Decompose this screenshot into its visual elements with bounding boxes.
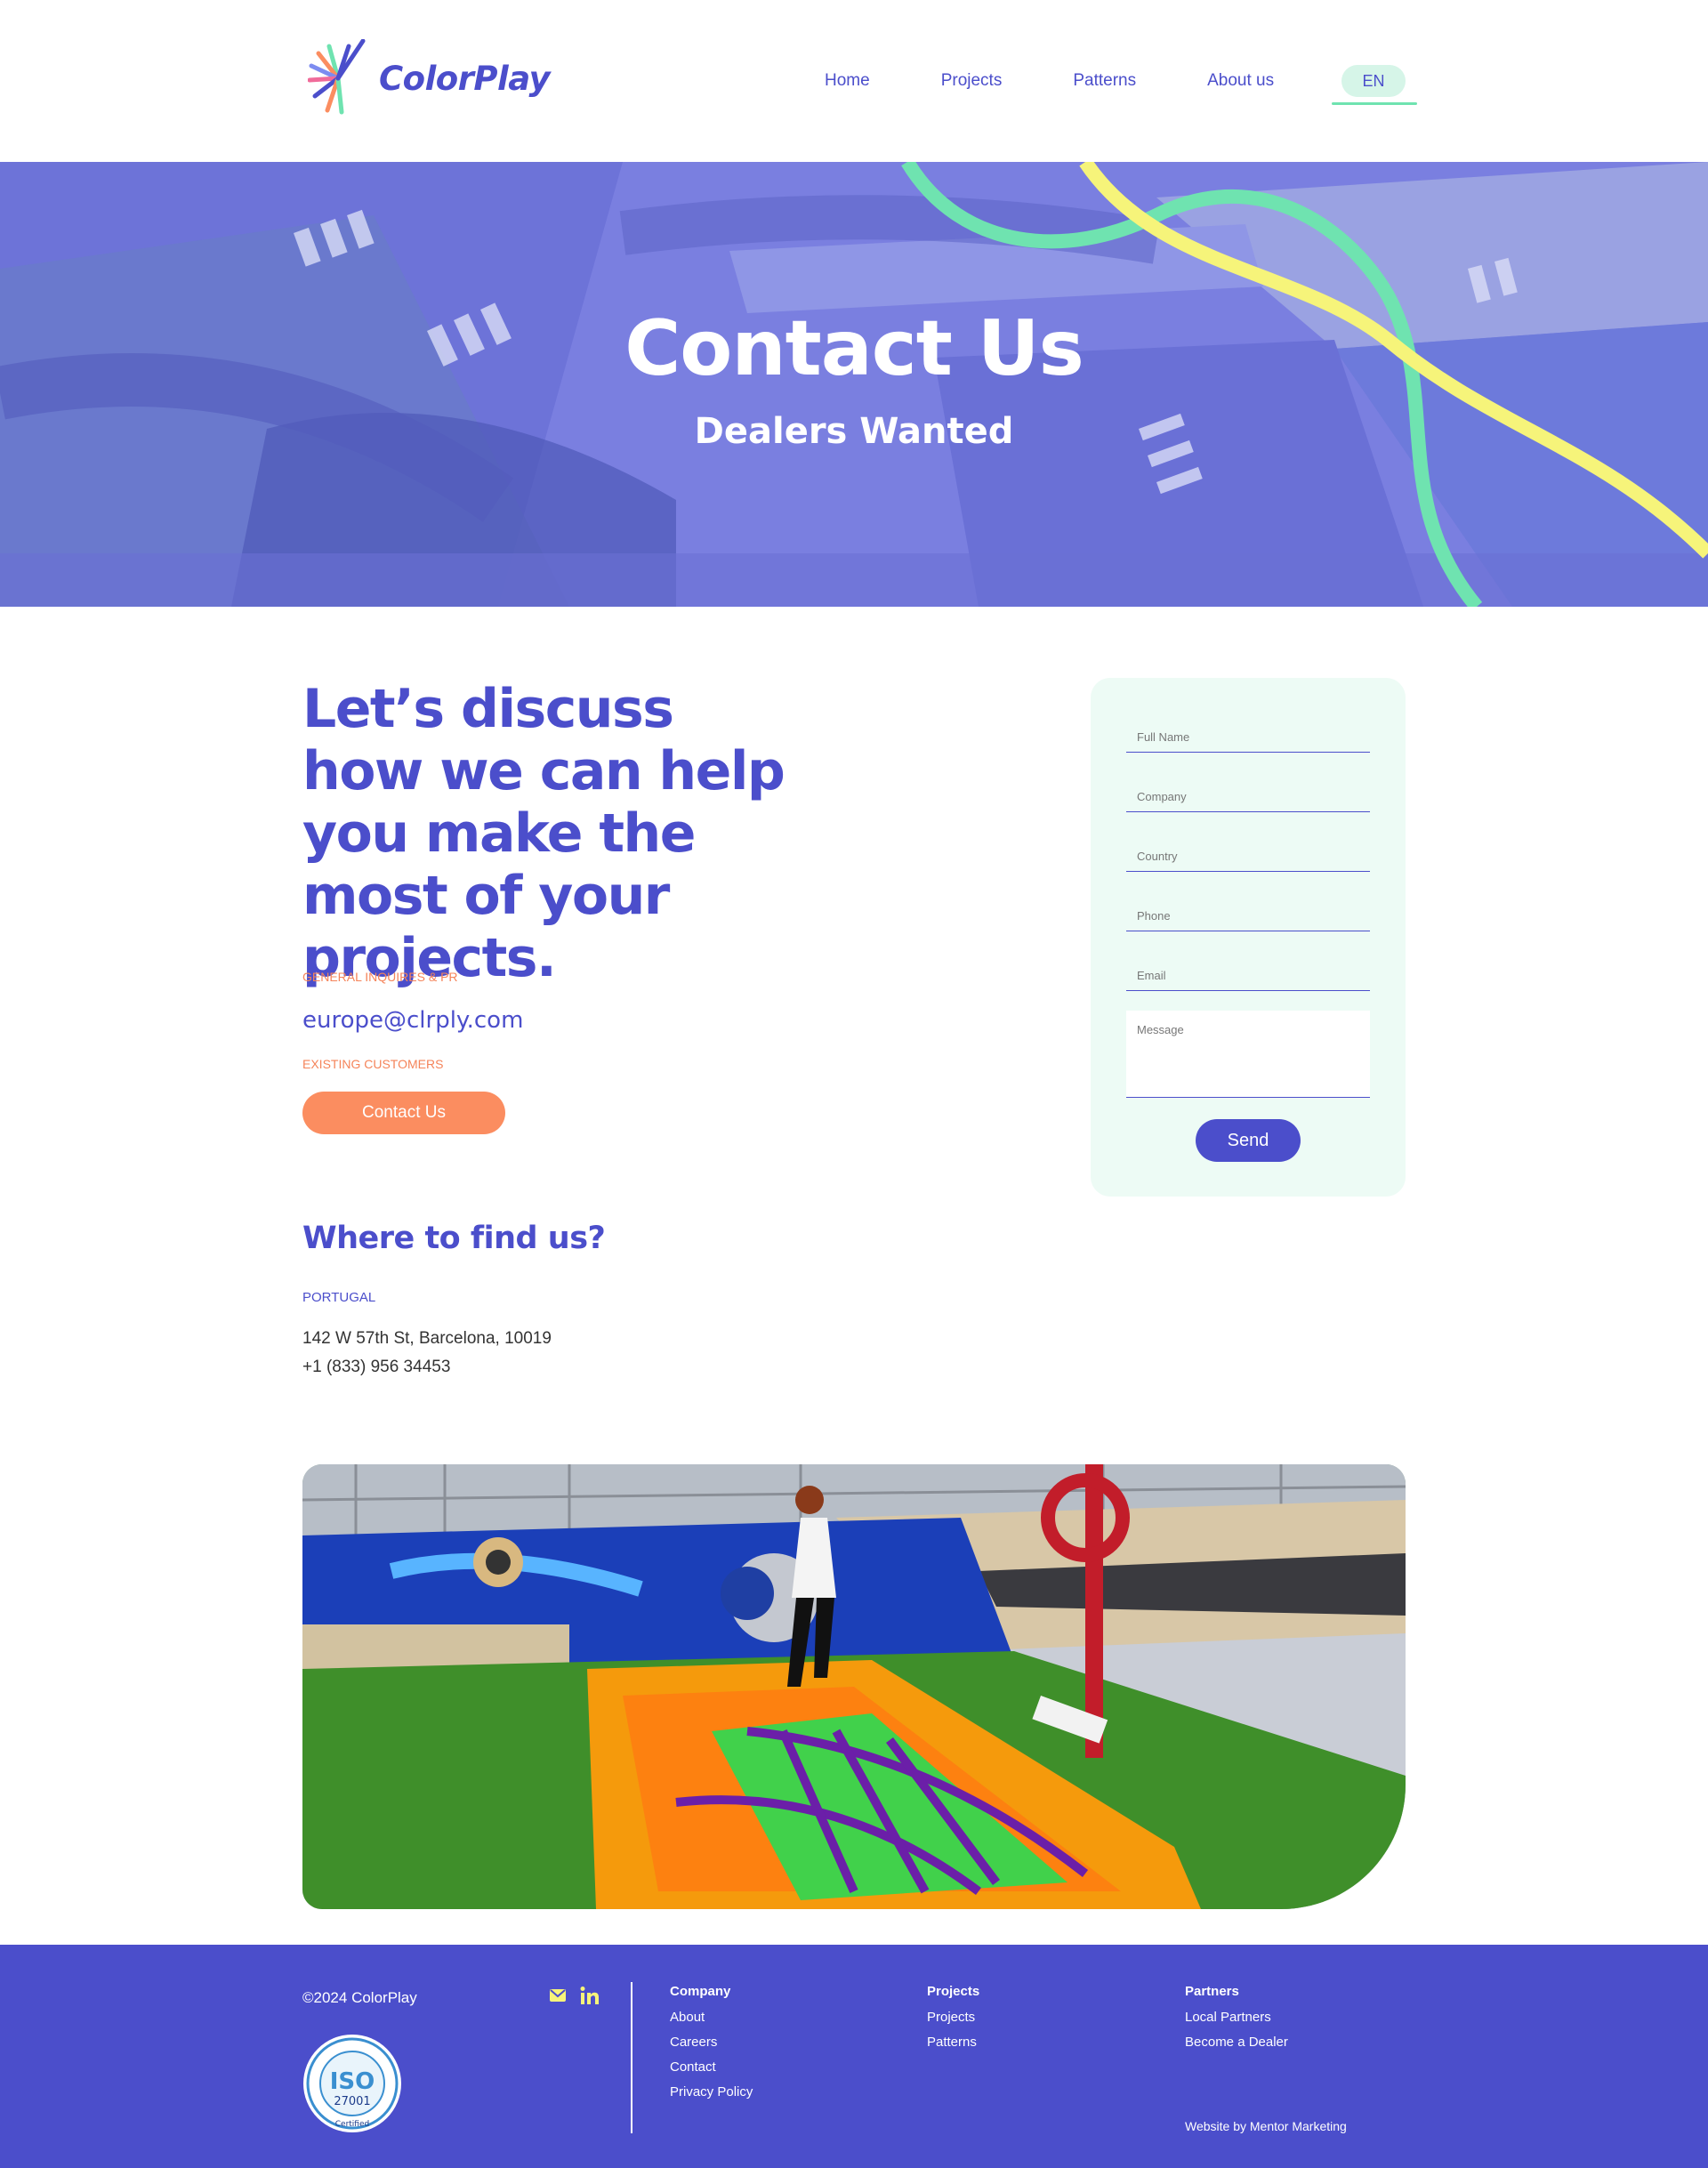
email-input[interactable]: [1126, 952, 1370, 990]
message-textarea[interactable]: [1126, 1011, 1370, 1097]
hero-title: Contact Us: [624, 304, 1084, 393]
footer-column-company: Company About Careers Contact Privacy Po…: [670, 1984, 753, 2109]
site-header: ColorPlay Home Projects Patterns About u…: [0, 0, 1708, 162]
footer-heading-partners: Partners: [1185, 1984, 1239, 1999]
where-to-find-us-heading: Where to find us?: [302, 1221, 606, 1256]
playground-photo-image: [302, 1464, 1406, 1909]
footer-link-become-a-dealer[interactable]: Become a Dealer: [1185, 2035, 1288, 2050]
general-inquiries-label: GENERAL INQUIRES & PR: [302, 970, 458, 984]
nav-projects[interactable]: Projects: [928, 62, 1016, 105]
social-links: [550, 1986, 600, 2005]
contact-headline: Let’s discuss how we can help you make t…: [302, 678, 786, 989]
company-field: [1126, 773, 1370, 812]
iso-certified: Certified: [335, 2120, 369, 2129]
country-field: [1126, 833, 1370, 872]
nav-about-us[interactable]: About us: [1194, 62, 1287, 105]
footer-link-privacy-policy[interactable]: Privacy Policy: [670, 2084, 753, 2099]
footer-heading-company: Company: [670, 1984, 731, 1999]
mail-icon[interactable]: [550, 1989, 566, 2002]
hero-subtitle: Dealers Wanted: [694, 411, 1014, 452]
footer-link-about[interactable]: About: [670, 2010, 753, 2025]
message-field: [1126, 1011, 1370, 1098]
playground-photo: [302, 1464, 1406, 1909]
full-name-field: [1126, 713, 1370, 753]
email-link[interactable]: europe@clrply.com: [302, 1007, 523, 1034]
language-switcher[interactable]: EN: [1341, 65, 1406, 97]
site-footer: ©2024 ColorPlay ISO 27001 Certified Comp…: [0, 1945, 1708, 2168]
email-field: [1126, 952, 1370, 991]
iso-label: ISO: [330, 2068, 375, 2095]
website-credit[interactable]: Website by Mentor Marketing: [1185, 2119, 1347, 2133]
footer-link-patterns[interactable]: Patterns: [927, 2035, 979, 2050]
copyright-text: ©2024 ColorPlay: [302, 1989, 417, 2006]
colorplay-burst-icon: [308, 39, 366, 115]
footer-link-projects[interactable]: Projects: [927, 2010, 979, 2025]
country-input[interactable]: [1126, 833, 1370, 871]
send-button[interactable]: Send: [1196, 1119, 1301, 1162]
footer-column-partners: Partners Local Partners Become a Dealer: [1185, 1984, 1288, 2059]
footer-link-contact[interactable]: Contact: [670, 2059, 753, 2075]
footer-link-local-partners[interactable]: Local Partners: [1185, 2010, 1288, 2025]
nav-home[interactable]: Home: [811, 62, 883, 105]
company-input[interactable]: [1126, 773, 1370, 811]
location-country: PORTUGAL: [302, 1290, 376, 1305]
linkedin-icon[interactable]: [580, 1986, 600, 2005]
contact-form: Send: [1091, 678, 1406, 1197]
nav-patterns[interactable]: Patterns: [1059, 62, 1149, 105]
location-address: 142 W 57th St, Barcelona, 10019: [302, 1329, 552, 1348]
full-name-input[interactable]: [1126, 713, 1370, 752]
footer-divider: [631, 1982, 632, 2133]
footer-link-careers[interactable]: Careers: [670, 2035, 753, 2050]
footer-heading-projects: Projects: [927, 1984, 980, 1999]
phone-input[interactable]: [1126, 892, 1370, 931]
contact-us-button[interactable]: Contact Us: [302, 1092, 505, 1134]
existing-customers-label: EXISTING CUSTOMERS: [302, 1057, 444, 1071]
iso-number: 27001: [334, 2095, 370, 2108]
footer-column-projects: Projects Projects Patterns: [927, 1984, 979, 2059]
iso-27001-badge: ISO 27001 Certified: [302, 2034, 402, 2138]
location-phone: +1 (833) 956 34453: [302, 1358, 451, 1376]
hero-banner: Contact Us Dealers Wanted: [0, 162, 1708, 607]
logo-wordmark: ColorPlay: [379, 59, 551, 98]
logo[interactable]: ColorPlay: [308, 39, 551, 117]
phone-field: [1126, 892, 1370, 931]
